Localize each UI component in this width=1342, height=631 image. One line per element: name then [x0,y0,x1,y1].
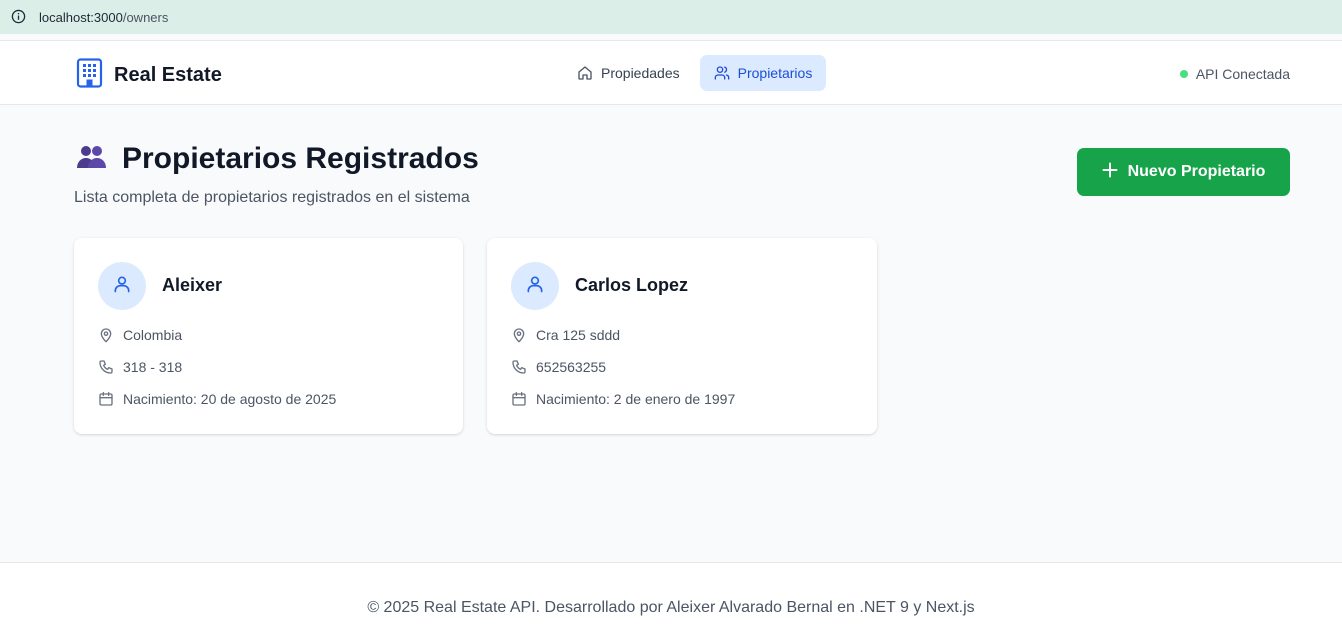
plus-icon [1102,162,1118,183]
owner-birth-row: Nacimiento: 2 de enero de 1997 [511,391,735,407]
map-pin-icon [98,327,114,343]
owner-address: Colombia [123,327,183,343]
page-footer: © 2025 Real Estate API. Desarrollado por… [0,562,1342,631]
url-path: /owners [122,10,169,25]
map-pin-icon [511,327,527,343]
user-icon [525,274,545,299]
page-heading: Propietarios Registrados Lista completa … [74,138,479,207]
nav-item-propietarios[interactable]: Propietarios [699,55,827,91]
page-title: Propietarios Registrados [122,141,479,175]
browser-url-bar[interactable]: localhost:3000/owners [0,0,1342,34]
owner-card[interactable]: Carlos Lopez Cra 125 sddd 652563255 Naci… [487,238,877,434]
people-emoji-icon [74,138,110,179]
user-icon [112,274,132,299]
avatar [511,262,559,310]
owner-name: Carlos Lopez [575,275,689,295]
site-info-icon[interactable] [11,9,26,24]
avatar [98,262,146,310]
footer-text: © 2025 Real Estate API. Desarrollado por… [367,599,975,616]
owner-name: Aleixer [162,275,223,295]
calendar-icon [511,391,527,407]
brand-link[interactable]: Real Estate [76,58,222,93]
brand-title: Real Estate [114,64,222,86]
owner-phone: 318 - 318 [123,359,183,375]
owner-card[interactable]: Aleixer Colombia 318 - 318 Nacimiento: 2… [74,238,463,434]
home-icon [577,65,593,81]
phone-icon [98,359,114,375]
main-nav: Propiedades Propietarios [563,55,827,91]
status-dot [1179,70,1188,78]
building-icon [76,58,103,93]
api-status: API Conectada [1179,66,1290,82]
owner-birthdate: Nacimiento: 20 de agosto de 2025 [123,391,337,407]
owner-phone-row: 318 - 318 [98,359,182,375]
owner-address-row: Colombia [98,327,182,343]
new-owner-button[interactable]: Nuevo Propietario [1077,148,1290,196]
url-text[interactable]: localhost:3000/owners [39,10,168,25]
owner-birthdate: Nacimiento: 2 de enero de 1997 [536,391,736,407]
owner-address-row: Cra 125 sddd [511,327,620,343]
owner-birth-row: Nacimiento: 20 de agosto de 2025 [98,391,336,407]
owner-address: Cra 125 sddd [536,327,621,343]
phone-icon [511,359,527,375]
owner-phone: 652563255 [536,359,607,375]
api-status-label: API Conectada [1195,66,1290,82]
nav-item-label: Propiedades [601,65,680,81]
page-subtitle: Lista completa de propietarios registrad… [74,189,470,206]
app-header: Real Estate Propiedades Propietarios API… [0,40,1342,105]
users-icon [714,65,730,81]
nav-item-label: Propietarios [737,65,813,81]
new-owner-button-label: Nuevo Propietario [1127,163,1266,180]
url-host: localhost:3000 [39,10,123,25]
owner-phone-row: 652563255 [511,359,606,375]
calendar-icon [98,391,114,407]
nav-item-propiedades[interactable]: Propiedades [563,55,694,91]
